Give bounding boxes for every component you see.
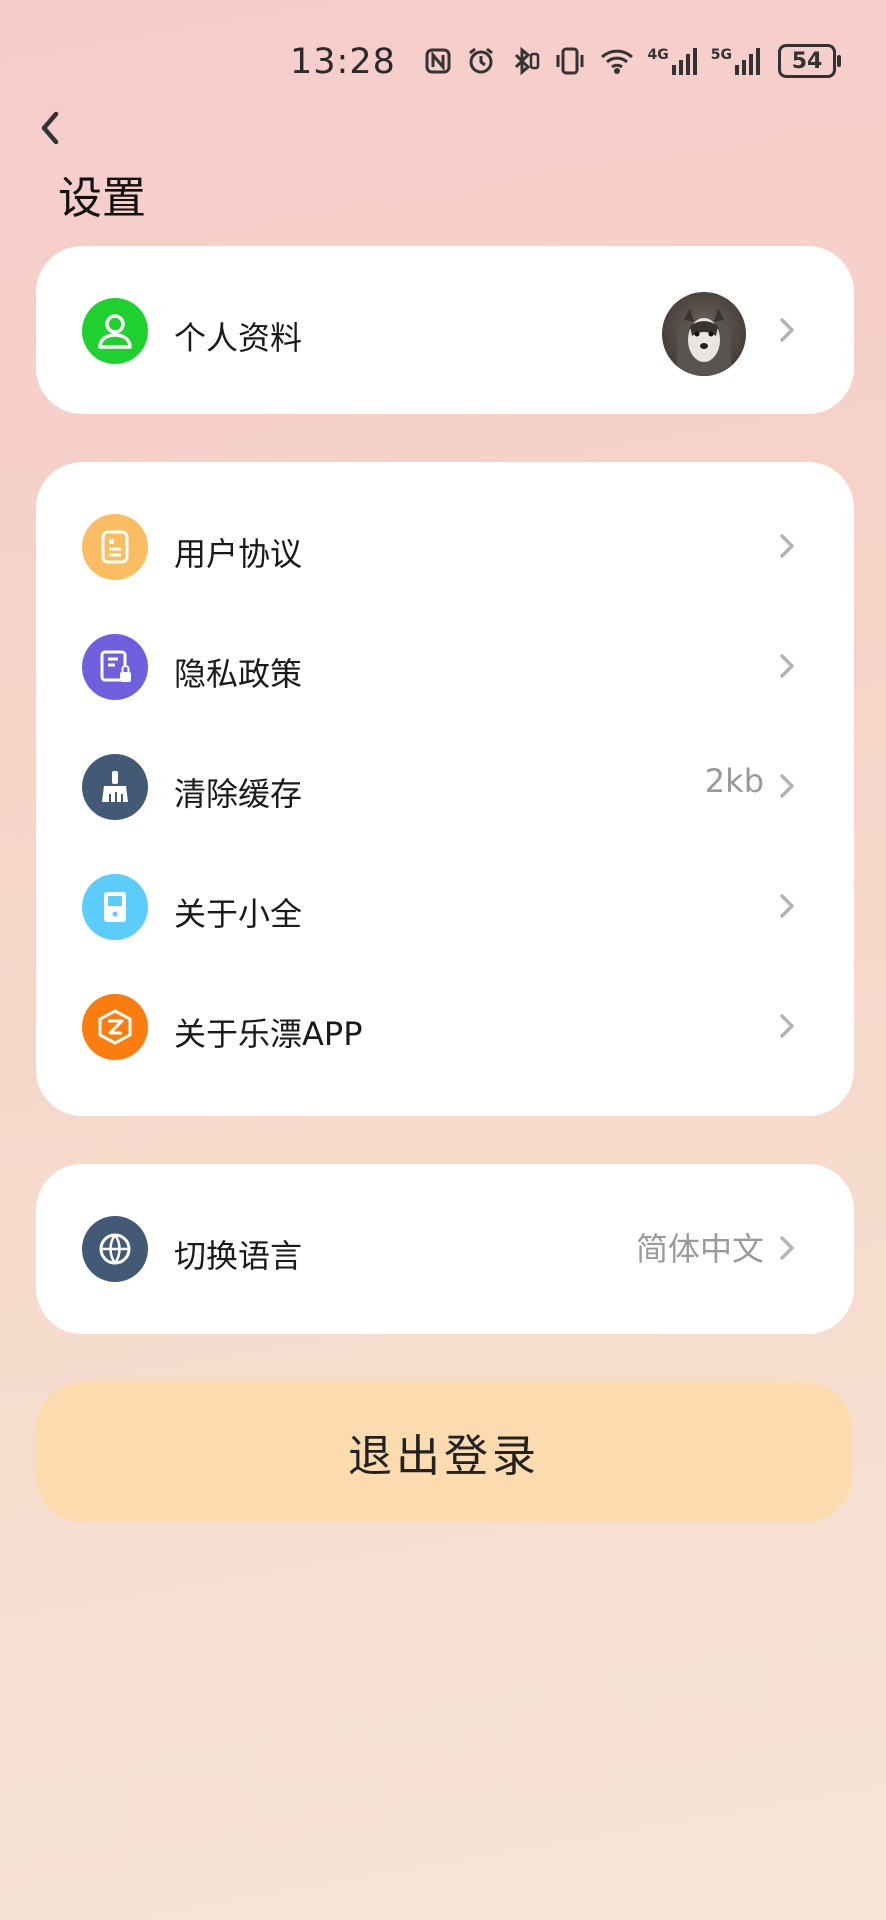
chevron-right-icon [780, 1014, 794, 1038]
avatar[interactable] [662, 292, 746, 376]
profile-label: 个人资料 [174, 319, 303, 357]
menu-item-label: 关于乐漂APP [174, 1015, 363, 1053]
broom-icon [82, 754, 148, 820]
signal-4g-icon: 4G [648, 47, 697, 75]
network-4g-label: 4G [647, 47, 669, 63]
device-icon [82, 874, 148, 940]
alarm-icon [468, 47, 493, 74]
system-icons: 4G 5G 54 [424, 44, 841, 78]
network-5g-label: 5G [710, 47, 732, 63]
language-label: 切换语言 [174, 1237, 303, 1275]
chevron-right-icon [780, 894, 794, 918]
globe-icon [82, 1216, 148, 1282]
vibrate-icon [556, 47, 584, 75]
signal-5g-icon: 5G [711, 47, 760, 75]
chevron-right-icon [780, 774, 794, 798]
menu-item-label: 清除缓存 [174, 775, 303, 813]
nfc-icon [425, 48, 451, 74]
app-logo-icon [82, 994, 148, 1060]
status-bar: 13:28 4G 5G 54 [0, 0, 886, 130]
privacy-lock-icon [82, 634, 148, 700]
menu-item-privacy-policy[interactable]: 隐私政策 [36, 612, 854, 722]
menu-item-label: 关于小全 [174, 895, 303, 933]
language-card: 切换语言 简体中文 [36, 1164, 854, 1334]
chevron-right-icon [780, 654, 794, 678]
status-time: 13:28 [290, 42, 396, 82]
wifi-icon [600, 49, 633, 74]
back-button[interactable] [32, 108, 68, 148]
menu-item-about-xiaoquan[interactable]: 关于小全 [36, 852, 854, 962]
chevron-right-icon [780, 318, 794, 342]
profile-card: 个人资料 [36, 246, 854, 414]
menu-item-about-app[interactable]: 关于乐漂APP [36, 972, 854, 1082]
page-title: 设置 [58, 173, 146, 224]
document-icon [82, 514, 148, 580]
battery-indicator: 54 [778, 44, 841, 78]
chevron-right-icon [780, 1236, 794, 1260]
menu-item-label: 用户协议 [174, 535, 303, 573]
menu-item-switch-language[interactable]: 切换语言 简体中文 [36, 1194, 854, 1304]
logout-button[interactable]: 退出登录 [36, 1382, 852, 1522]
menu-item-user-agreement[interactable]: 用户协议 [36, 492, 854, 602]
chevron-right-icon [780, 534, 794, 558]
bluetooth-icon [514, 46, 539, 76]
user-icon [82, 298, 148, 364]
chevron-left-icon [41, 111, 59, 145]
menu-card: 用户协议 隐私政策 清除缓存 2kb 关于小全 关于乐漂APP [36, 462, 854, 1116]
menu-item-clear-cache[interactable]: 清除缓存 2kb [36, 732, 854, 842]
menu-item-value: 2kb [704, 762, 764, 800]
menu-item-label: 隐私政策 [174, 655, 303, 693]
language-value: 简体中文 [635, 1230, 764, 1268]
